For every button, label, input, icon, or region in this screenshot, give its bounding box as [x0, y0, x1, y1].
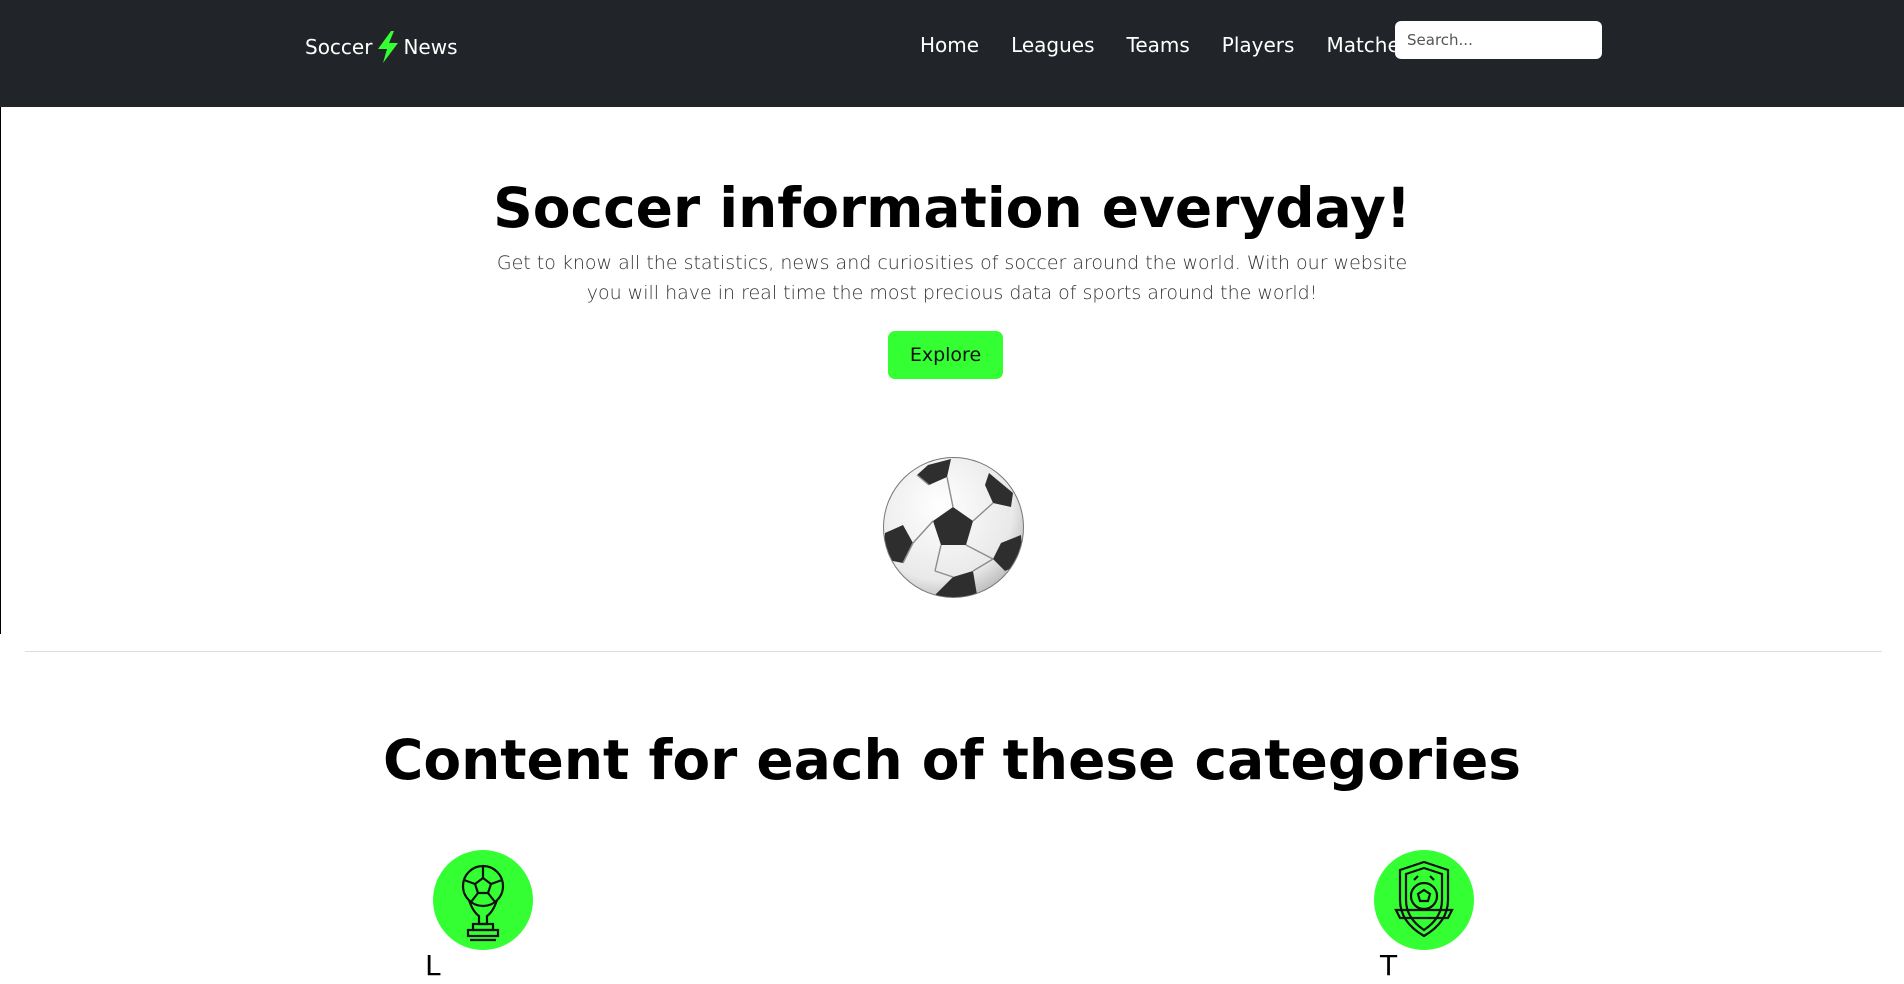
- shield-crest-icon[interactable]: [1374, 850, 1474, 950]
- hero-title: Soccer information everyday!: [493, 176, 1411, 240]
- category-label-teams: T: [1380, 949, 1398, 982]
- brand-text-news: News: [403, 35, 458, 59]
- brand-logo[interactable]: Soccer News: [305, 31, 458, 63]
- nav-link-teams[interactable]: Teams: [1127, 31, 1190, 59]
- nav-links: Home Leagues Teams Players Matches: [920, 31, 1410, 59]
- soccer-ball-icon: [883, 457, 1024, 598]
- category-label-leagues: L: [425, 949, 441, 982]
- brand-text-soccer: Soccer: [305, 35, 373, 59]
- hero-lead-text: Get to know all the statistics, news and…: [496, 252, 1408, 304]
- nav-link-players[interactable]: Players: [1222, 31, 1295, 59]
- search-input[interactable]: [1395, 21, 1602, 59]
- explore-button[interactable]: Explore: [888, 331, 1003, 379]
- categories-title: Content for each of these categories: [382, 728, 1522, 792]
- section-divider: [25, 651, 1882, 652]
- trophy-icon[interactable]: [433, 850, 533, 950]
- top-navbar: Soccer News Home Leagues Teams Players M…: [0, 0, 1904, 107]
- lightning-bolt-icon: [378, 31, 399, 63]
- nav-link-leagues[interactable]: Leagues: [1011, 31, 1094, 59]
- nav-link-home[interactable]: Home: [920, 31, 979, 59]
